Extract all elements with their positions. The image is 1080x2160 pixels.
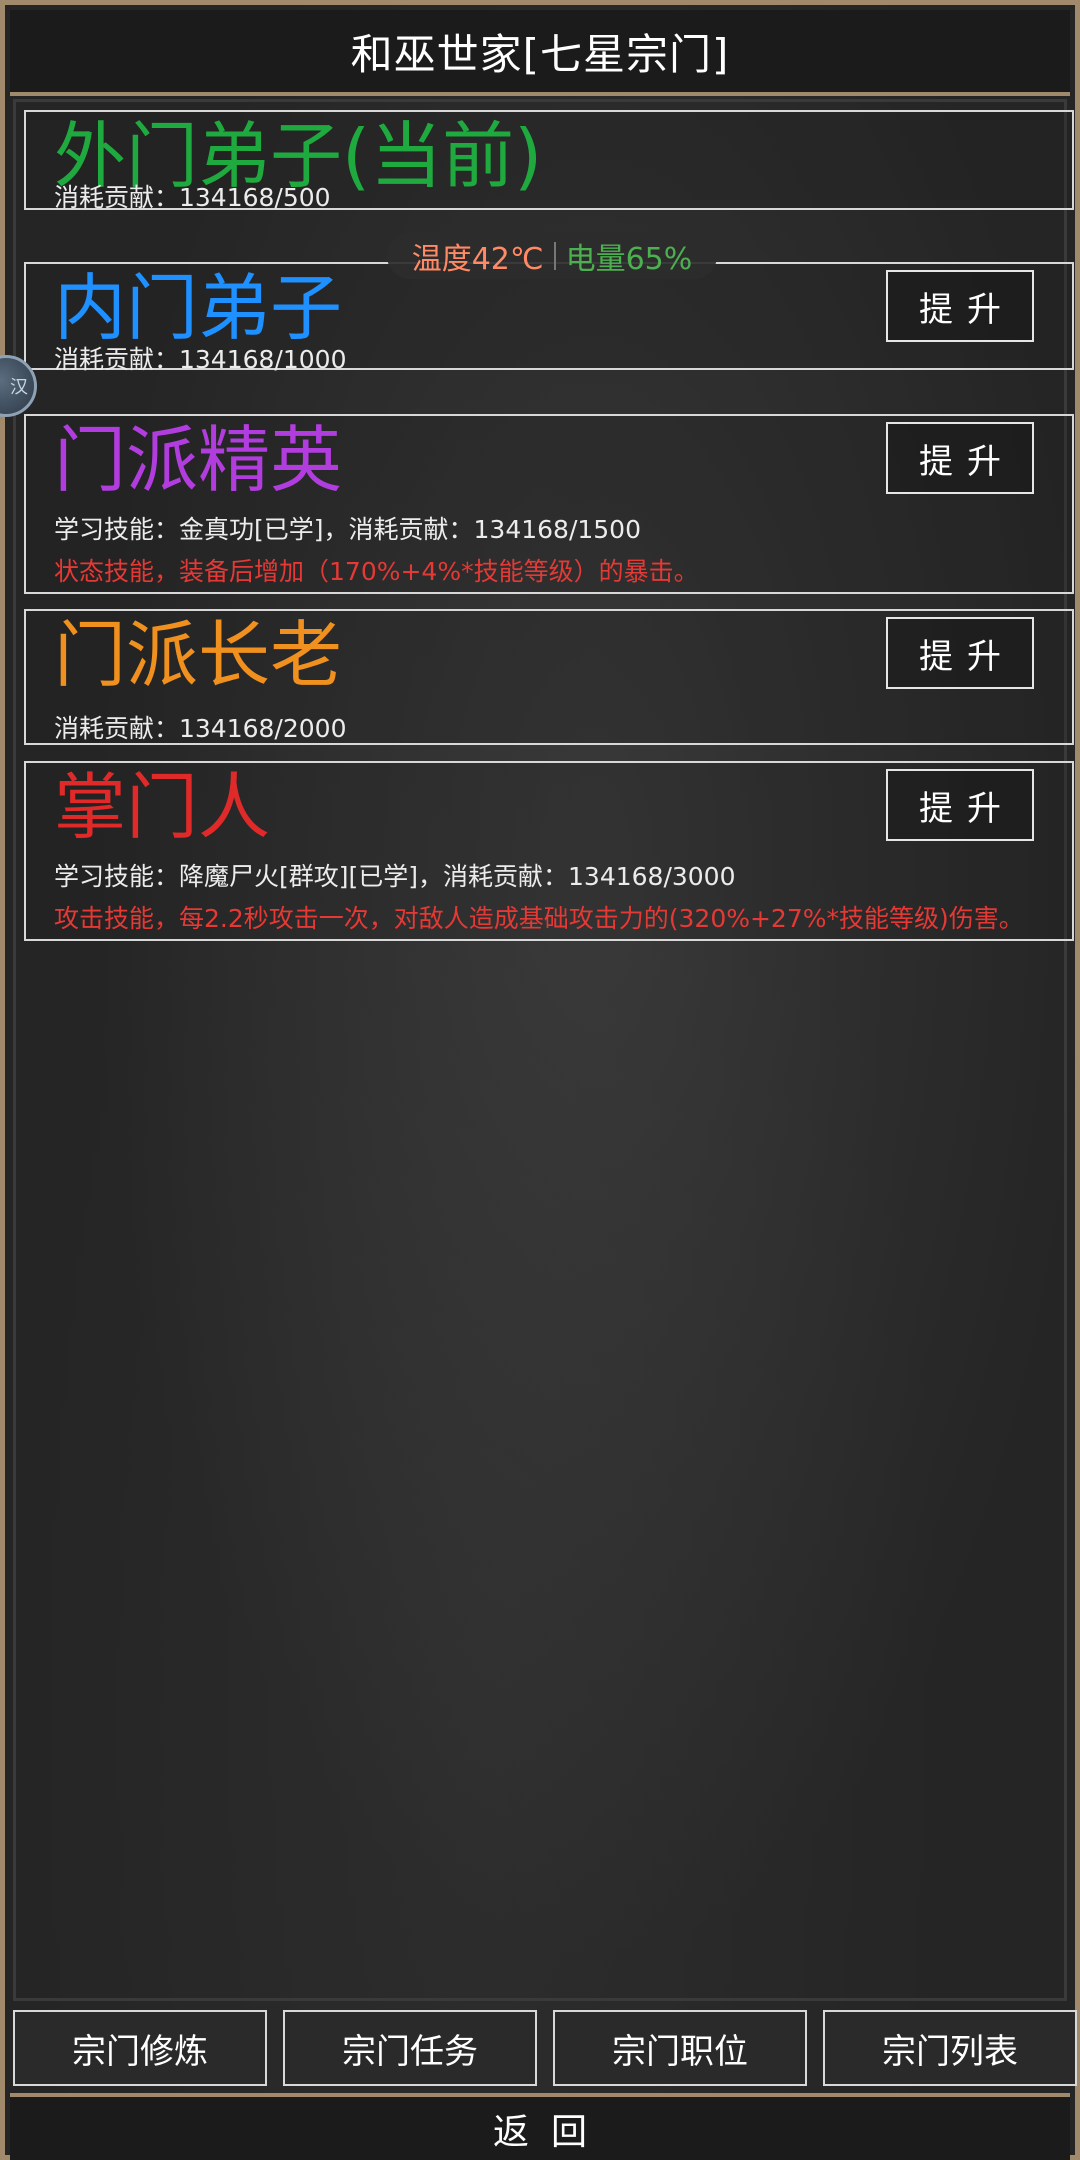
rank-list: 外门弟子(当前) 消耗贡献：134168/500 内门弟子 消耗贡献：13416… [13, 99, 1074, 2001]
temperature-readout: 温度42℃ [411, 242, 544, 277]
promote-button[interactable]: 提升 [886, 769, 1034, 841]
rank-card-sect-leader: 掌门人 学习技能：降魔尸火[群攻][已学]，消耗贡献：134168/3000 攻… [24, 761, 1074, 941]
tab-bar: 宗门修炼 宗门任务 宗门职位 宗门列表 [13, 2010, 1077, 2086]
rank-name: 门派精英 [54, 418, 343, 502]
floating-assist-label: 汉 [10, 377, 28, 398]
rank-skill-description: 攻击技能，每2.2秒攻击一次，对敌人造成基础攻击力的(320%+27%*技能等级… [54, 904, 1024, 933]
rank-skill-and-contribution: 学习技能：降魔尸火[群攻][已学]，消耗贡献：134168/3000 [54, 862, 736, 891]
rank-skill-description: 状态技能，装备后增加（170%+4%*技能等级）的暴击。 [54, 557, 699, 586]
device-status-overlay: 温度42℃ 电量65% [387, 233, 717, 279]
rank-contribution: 消耗贡献：134168/500 [54, 183, 331, 212]
status-divider [553, 242, 556, 270]
promote-button[interactable]: 提升 [886, 617, 1034, 689]
rank-name: 门派长老 [54, 613, 343, 697]
rank-name: 掌门人 [54, 765, 271, 849]
page-title: 和巫世家[七星宗门] [350, 29, 730, 79]
rank-skill-and-contribution: 学习技能：金真功[已学]，消耗贡献：134168/1500 [54, 515, 641, 544]
tab-sect-missions[interactable]: 宗门任务 [283, 2010, 537, 2086]
app-frame: 和巫世家[七星宗门] 外门弟子(当前) 消耗贡献：134168/500 内门弟子… [0, 0, 1080, 2160]
return-button[interactable]: 返回 [10, 2093, 1070, 2160]
battery-readout: 电量65% [565, 242, 693, 277]
rank-card-outer-disciple: 外门弟子(当前) 消耗贡献：134168/500 [24, 110, 1074, 212]
tab-sect-positions[interactable]: 宗门职位 [553, 2010, 807, 2086]
tab-sect-list[interactable]: 宗门列表 [823, 2010, 1077, 2086]
rank-contribution: 消耗贡献：134168/1000 [54, 345, 347, 374]
tab-sect-cultivation[interactable]: 宗门修炼 [13, 2010, 267, 2086]
promote-button[interactable]: 提升 [886, 422, 1034, 494]
promote-button[interactable]: 提升 [886, 270, 1034, 342]
rank-name: 内门弟子 [54, 266, 343, 350]
rank-card-sect-elite: 门派精英 学习技能：金真功[已学]，消耗贡献：134168/1500 状态技能，… [24, 414, 1074, 594]
rank-contribution: 消耗贡献：134168/2000 [54, 714, 347, 743]
rank-card-sect-elder: 门派长老 消耗贡献：134168/2000 提升 [24, 609, 1074, 745]
title-bar: 和巫世家[七星宗门] [10, 10, 1070, 96]
